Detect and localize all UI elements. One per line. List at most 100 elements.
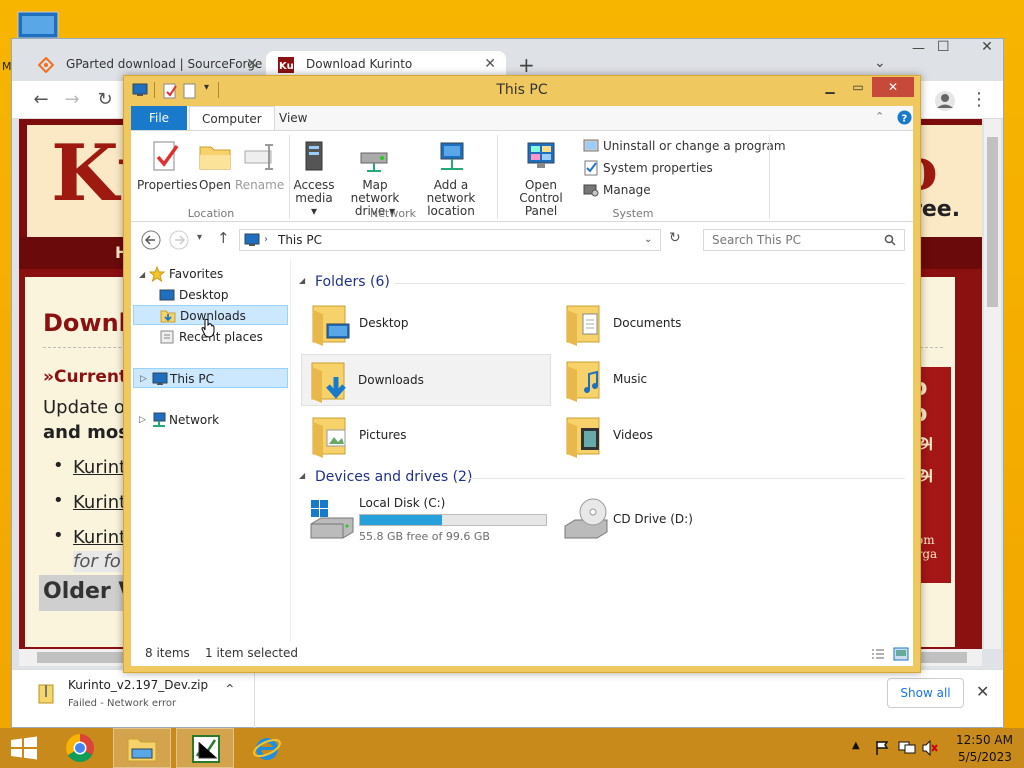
manage-button[interactable]: Manage (583, 181, 651, 199)
system-properties-button[interactable]: System properties (583, 159, 713, 177)
chevron-up-icon[interactable]: ⌃ (224, 682, 236, 698)
download-link[interactable]: Kurint (73, 492, 126, 513)
expand-arrow-icon[interactable]: ▷ (139, 410, 146, 430)
this-pc-desktop-icon[interactable] (14, 10, 62, 40)
uninstall-label: Uninstall or change a program (603, 139, 786, 153)
reload-icon[interactable]: ↻ (94, 89, 116, 111)
forward-arrow-icon[interactable] (169, 230, 189, 250)
breadcrumb-this-pc[interactable]: This PC (278, 230, 322, 250)
up-arrow-icon[interactable]: ↑ (217, 229, 230, 247)
folder-desktop[interactable]: Desktop (303, 298, 553, 350)
tab-search-chevron-icon[interactable]: ⌄ (874, 55, 886, 71)
content-pane: ◢ Folders (6) Desktop Documents Download… (291, 258, 913, 642)
folder-documents[interactable]: Documents (557, 298, 807, 350)
help-icon[interactable]: ? (897, 110, 912, 125)
breadcrumb-chevron-icon[interactable]: › (264, 230, 268, 250)
vertical-scrollbar[interactable] (984, 119, 1001, 649)
address-input[interactable]: › This PC ⌄ (239, 229, 661, 251)
large-icons-view-icon[interactable] (893, 646, 909, 662)
close-shelf-icon[interactable]: ✕ (976, 682, 989, 701)
drive-c[interactable]: Local Disk (C:) 55.8 GB free of 99.6 GB (303, 494, 553, 546)
network-tray-icon[interactable] (898, 740, 916, 756)
tab-computer[interactable]: Computer (189, 106, 275, 130)
nav-recent-places-label: Recent places (179, 330, 263, 344)
open-control-panel-button[interactable]: Open Control Panel (503, 139, 579, 218)
new-tab-button[interactable]: + (518, 53, 535, 77)
properties-button[interactable]: Properties (137, 139, 198, 192)
star-icon (149, 266, 165, 282)
drive-d[interactable]: CD Drive (D:) (557, 494, 807, 546)
divider (497, 135, 498, 219)
manage-label: Manage (603, 183, 651, 197)
close-window-button[interactable]: ✕ (972, 39, 1002, 59)
uninstall-program-button[interactable]: Uninstall or change a program (583, 137, 786, 155)
ie-taskbar-button[interactable] (238, 728, 296, 768)
close-window-button[interactable]: ✕ (872, 77, 914, 97)
uninstall-icon (583, 139, 599, 152)
recent-locations-chevron-icon[interactable]: ▾ (197, 232, 202, 243)
nav-desktop[interactable]: Desktop (155, 285, 229, 305)
minimize-button[interactable]: — (912, 41, 925, 56)
folder-pictures[interactable]: Pictures (303, 410, 553, 462)
zip-file-icon (38, 684, 54, 704)
expand-arrow-icon[interactable]: ▷ (140, 369, 147, 389)
close-tab-icon[interactable]: ✕ (246, 51, 258, 77)
rename-button[interactable]: Rename (235, 139, 284, 192)
download-link[interactable]: Kurint (73, 457, 126, 478)
forward-arrow-icon[interactable]: → (61, 89, 83, 111)
chrome-taskbar-button[interactable] (51, 728, 109, 768)
back-arrow-icon[interactable]: ← (30, 89, 52, 111)
download-filename[interactable]: Kurinto_v2.197_Dev.zip (68, 678, 208, 692)
close-tab-icon[interactable]: ✕ (484, 51, 496, 77)
body-text-bold-line: and mos (43, 422, 129, 443)
show-all-button[interactable]: Show all (887, 678, 964, 708)
action-center-flag-icon[interactable] (874, 740, 890, 756)
maximize-button[interactable]: ☐ (937, 39, 950, 55)
folder-label: Pictures (359, 428, 407, 442)
profile-avatar-icon[interactable] (934, 90, 956, 112)
hard-drive-icon (310, 500, 354, 539)
access-media-button[interactable]: Access media ▾ (293, 139, 335, 218)
folder-downloads[interactable]: Downloads (301, 354, 551, 406)
collapse-ribbon-icon[interactable]: ⌃ (875, 110, 884, 123)
folder-videos[interactable]: Videos (557, 410, 807, 462)
search-input[interactable]: Search This PC (703, 229, 905, 251)
collapse-section-icon[interactable]: ◢ (299, 276, 305, 285)
system-group-label: System (612, 207, 654, 220)
nav-this-pc[interactable]: ▷ This PC (133, 368, 288, 388)
sourceforge-favicon-icon (38, 57, 54, 73)
svg-text:Ku: Ku (279, 61, 294, 72)
open-folder-icon (199, 146, 231, 170)
refresh-icon[interactable]: ↻ (669, 230, 681, 246)
more-menu-icon[interactable]: ⋮ (968, 89, 990, 111)
nav-network[interactable]: ▷ Network (133, 410, 219, 430)
volume-muted-icon[interactable] (922, 740, 938, 756)
properties-label: Properties (137, 178, 198, 192)
access-media-label-2: media ▾ (295, 191, 333, 218)
folder-music[interactable]: Music (557, 354, 807, 406)
control-panel-label-1: Open Control (519, 178, 563, 205)
clock-date[interactable]: 5/5/2023 (958, 750, 1012, 764)
tab-file[interactable]: File (131, 106, 187, 130)
maximize-button[interactable]: ▭ (844, 77, 872, 97)
app-taskbar-button[interactable] (176, 728, 234, 768)
open-button[interactable]: Open (195, 139, 235, 192)
tab-view[interactable]: View (267, 106, 319, 130)
details-view-icon[interactable] (871, 647, 885, 661)
selection-count: 1 item selected (205, 646, 299, 660)
show-hidden-icons-chevron-icon[interactable]: ▲ (852, 740, 860, 751)
address-dropdown-icon[interactable]: ⌄ (644, 230, 652, 250)
nav-desktop-label: Desktop (179, 288, 229, 302)
network-group-label: Network (370, 207, 416, 220)
clock-time[interactable]: 12:50 AM (956, 733, 1013, 747)
scroll-thumb[interactable] (987, 137, 998, 307)
start-windows-icon[interactable] (10, 736, 38, 760)
control-panel-label-2: Panel (524, 204, 558, 218)
minimize-button[interactable]: ▁ (816, 77, 844, 97)
back-arrow-icon[interactable] (141, 230, 161, 250)
download-link[interactable]: Kurint (73, 527, 126, 548)
collapse-section-icon[interactable]: ◢ (299, 471, 305, 480)
chrome-icon (66, 734, 94, 762)
explorer-taskbar-button[interactable] (113, 728, 171, 768)
nav-favorites[interactable]: Favorites (145, 264, 223, 284)
